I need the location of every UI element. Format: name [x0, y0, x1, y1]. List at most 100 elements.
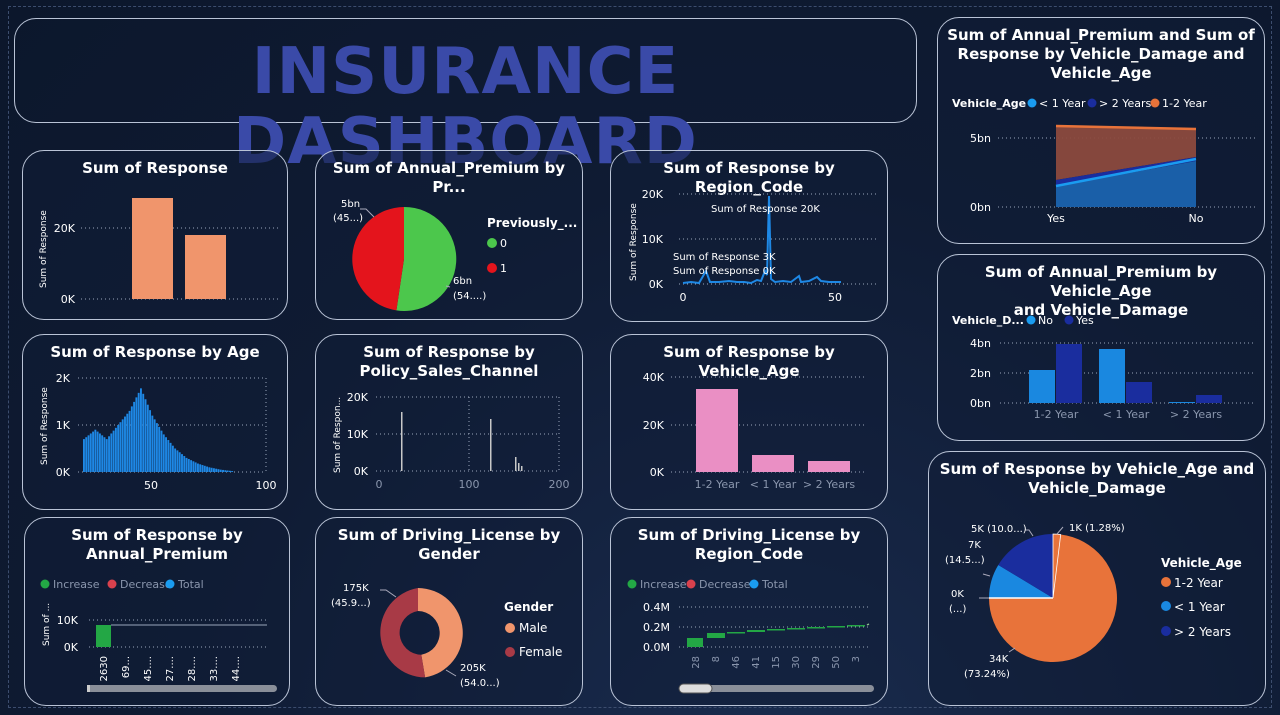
age-bar[interactable]	[112, 430, 115, 472]
age-bar[interactable]	[92, 431, 95, 472]
bar-no[interactable]	[1099, 349, 1125, 403]
scrollbar-track[interactable]	[87, 685, 277, 692]
legend-item[interactable]: Decrease	[699, 578, 751, 591]
card-premium-by-age-damage[interactable]: Sum of Annual_Premium by Vehicle_Age and …	[937, 254, 1265, 441]
age-bar[interactable]	[187, 459, 190, 472]
bar[interactable]	[518, 463, 520, 471]
age-bar[interactable]	[114, 427, 117, 472]
age-bar[interactable]	[128, 410, 131, 472]
bar-yes[interactable]	[1056, 344, 1082, 403]
legend-item[interactable]: > 2 Years	[1099, 97, 1151, 110]
age-bar[interactable]	[87, 435, 90, 472]
age-bar[interactable]	[224, 470, 227, 472]
age-bar[interactable]	[192, 461, 195, 472]
legend-item[interactable]: 1-2 Year	[1162, 97, 1207, 110]
age-bar[interactable]	[201, 465, 204, 472]
age-bar[interactable]	[94, 429, 97, 472]
age-bar[interactable]	[162, 434, 165, 472]
age-bar[interactable]	[103, 437, 106, 472]
age-bar[interactable]	[133, 401, 136, 472]
legend-item[interactable]: < 1 Year	[1174, 600, 1225, 614]
bar[interactable]	[752, 455, 794, 472]
age-bar[interactable]	[117, 425, 120, 472]
age-bar[interactable]	[140, 388, 142, 472]
age-bar[interactable]	[121, 419, 124, 472]
age-bar[interactable]	[215, 468, 218, 472]
age-bar[interactable]	[212, 468, 215, 472]
waterfall-step[interactable]	[707, 633, 725, 638]
age-bar[interactable]	[137, 392, 140, 472]
age-bar[interactable]	[151, 415, 154, 472]
age-bar[interactable]	[149, 410, 152, 472]
waterfall-step[interactable]	[767, 629, 785, 631]
scrollbar-thumb[interactable]	[87, 685, 90, 692]
age-bar[interactable]	[194, 462, 197, 472]
legend-item[interactable]: Male	[519, 621, 547, 635]
age-bar[interactable]	[197, 463, 199, 472]
bar[interactable]	[521, 466, 523, 471]
legend-item[interactable]: Total	[177, 578, 204, 591]
card-response-by-channel[interactable]: Sum of Response by Policy_Sales_Channel S…	[315, 334, 583, 510]
age-bar[interactable]	[231, 471, 234, 472]
age-bar[interactable]	[96, 431, 99, 472]
waterfall-step[interactable]	[787, 628, 805, 630]
age-bar[interactable]	[108, 436, 110, 472]
age-bar[interactable]	[135, 397, 138, 472]
legend-item[interactable]: No	[1038, 314, 1053, 327]
bar-yes[interactable]	[1126, 382, 1152, 403]
card-response-by-age[interactable]: Sum of Response by Age Sum of Response 2…	[22, 334, 288, 510]
age-bar[interactable]	[171, 445, 174, 472]
age-bar[interactable]	[167, 440, 170, 472]
age-bar[interactable]	[130, 406, 133, 472]
legend-item[interactable]: > 2 Years	[1174, 625, 1231, 639]
age-bar[interactable]	[203, 465, 206, 472]
waterfall-step[interactable]	[747, 630, 765, 632]
age-bar[interactable]	[222, 469, 224, 472]
legend-item[interactable]: Total	[761, 578, 788, 591]
legend-item[interactable]: Yes	[1075, 314, 1094, 327]
age-bar[interactable]	[142, 393, 145, 472]
pie-slice-0[interactable]	[396, 206, 457, 311]
age-bar[interactable]	[183, 456, 186, 472]
bar-no[interactable]	[1029, 370, 1055, 403]
bar[interactable]	[515, 457, 517, 471]
age-bar[interactable]	[174, 448, 177, 473]
donut-slice-male[interactable]	[418, 588, 463, 678]
age-bar[interactable]	[155, 423, 158, 472]
card-response-by-vehicle-age[interactable]: Sum of Response by Vehicle_Age 40K 20K 0…	[610, 334, 888, 510]
legend-item[interactable]: < 1 Year	[1039, 97, 1086, 110]
waterfall-steps[interactable]	[687, 623, 870, 647]
card-driving-license-by-gender[interactable]: Sum of Driving_License by Gender 175K (45…	[315, 517, 583, 706]
card-premium-response-damage-age[interactable]: Sum of Annual_Premium and Sum of Response…	[937, 17, 1265, 244]
age-bar[interactable]	[126, 413, 129, 472]
legend-item[interactable]: Increase	[53, 578, 100, 591]
age-bar[interactable]	[190, 460, 193, 472]
waterfall-step[interactable]	[827, 626, 845, 628]
card-response-by-annual-premium[interactable]: Sum of Response by Annual_Premium Increas…	[24, 517, 290, 706]
age-bar[interactable]	[158, 426, 161, 472]
age-bar[interactable]	[185, 457, 188, 472]
age-bar[interactable]	[176, 450, 179, 472]
bar[interactable]	[185, 235, 226, 299]
legend-item[interactable]: Increase	[640, 578, 687, 591]
age-bar[interactable]	[160, 430, 163, 472]
bar[interactable]	[132, 198, 173, 299]
bar[interactable]	[696, 389, 738, 472]
waterfall-step[interactable]	[847, 625, 865, 627]
age-bar[interactable]	[181, 454, 183, 472]
age-bar[interactable]	[98, 433, 101, 472]
age-bar[interactable]	[178, 452, 181, 472]
bar[interactable]	[808, 461, 850, 472]
age-bar[interactable]	[199, 464, 202, 472]
age-bar[interactable]	[208, 467, 211, 472]
legend-item[interactable]: 1-2 Year	[1174, 576, 1223, 590]
legend-item[interactable]: Female	[519, 645, 562, 659]
bar[interactable]	[96, 625, 111, 647]
card-sum-of-response[interactable]: Sum of Response Sum of Response 20K 0K	[22, 150, 288, 320]
age-bar[interactable]	[210, 467, 213, 472]
waterfall-step[interactable]	[727, 632, 745, 634]
card-driving-license-by-region[interactable]: Sum of Driving_License by Region_Code Inc…	[610, 517, 888, 706]
legend-item[interactable]: 0	[500, 237, 507, 250]
age-bar[interactable]	[228, 470, 231, 472]
age-bar[interactable]	[124, 416, 126, 472]
